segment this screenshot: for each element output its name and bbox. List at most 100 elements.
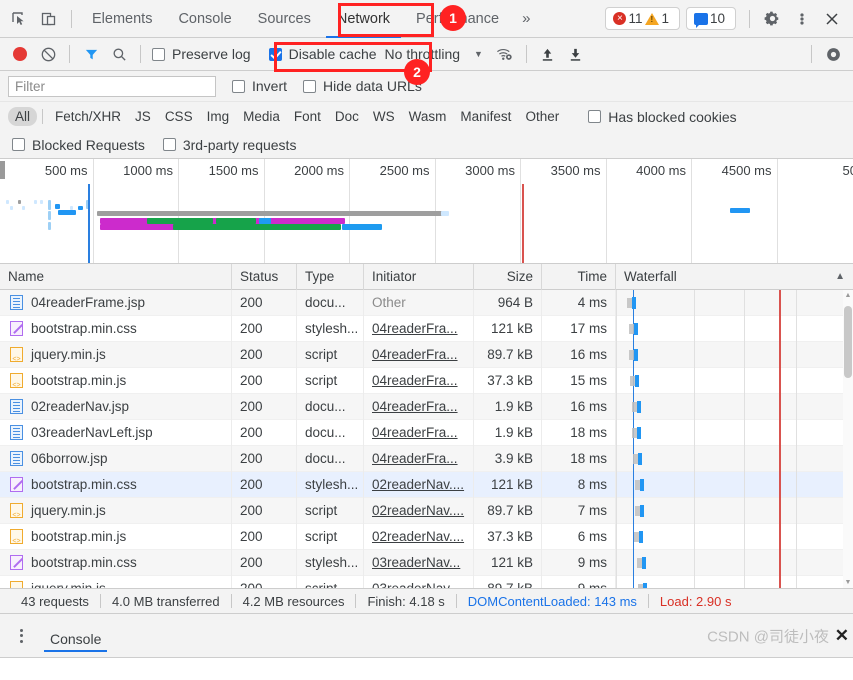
tab-network[interactable]: Network [324,0,403,38]
initiator-link[interactable]: 03readerNav... [372,555,460,570]
chip-fetch-xhr[interactable]: Fetch/XHR [48,107,128,126]
chip-doc[interactable]: Doc [328,107,366,126]
scrollbar-thumb[interactable] [844,306,852,378]
initiator-link[interactable]: 04readerFra... [372,451,458,466]
table-header-status[interactable]: Status [232,263,297,290]
table-row[interactable]: 03readerNavLeft.jsp 200 docu... 04readerFra… [0,419,853,446]
table-row[interactable]: bootstrap.min.js 200script 04readerFra... 3… [0,367,853,394]
drawer-more-icon[interactable] [8,628,34,643]
more-options-icon[interactable] [787,4,817,34]
table-row[interactable]: jquery.min.js 200script 04readerFra... 89.7… [0,341,853,368]
summary-load: Load: 2.90 s [659,593,732,609]
tab-console[interactable]: Console [165,0,244,38]
table-header-size[interactable]: Size [474,263,542,290]
cell-initiator[interactable]: 04readerFra... [364,367,474,394]
device-toolbar-icon[interactable] [34,4,64,34]
import-har-icon[interactable] [534,40,562,68]
network-conditions-icon[interactable] [491,40,519,68]
blocked-requests-box [12,138,25,151]
search-icon[interactable] [105,40,133,68]
initiator-link[interactable]: 04readerFra... [372,425,458,440]
chip-ws[interactable]: WS [366,107,402,126]
cell-initiator[interactable]: 04readerFra... [364,445,474,472]
chip-js[interactable]: JS [128,107,158,126]
table-row[interactable]: 06borrow.jsp 200 docu... 04readerFra... 3.9 … [0,445,853,472]
has-blocked-cookies-checkbox[interactable]: Has blocked cookies [588,109,737,125]
initiator-link[interactable]: 02readerNav.... [372,529,464,544]
initiator-link[interactable]: 04readerFra... [372,321,458,336]
network-settings-icon[interactable] [819,40,847,68]
chip-wasm[interactable]: Wasm [402,107,454,126]
initiator-link[interactable]: 04readerFra... [372,399,458,414]
third-party-requests-checkbox[interactable]: 3rd-party requests [162,137,296,153]
export-har-icon[interactable] [562,40,590,68]
filter-input[interactable] [8,75,216,97]
preserve-log-checkbox[interactable]: Preserve log [152,46,251,62]
filter-funnel-icon[interactable] [77,40,105,68]
cell-name: 04readerFrame.jsp [0,290,232,316]
disable-cache-checkbox[interactable]: Disable cache [268,46,377,62]
table-row[interactable]: bootstrap.min.css 200 stylesh... 03readerNa… [0,549,853,576]
cell-initiator[interactable]: 04readerFra... [364,393,474,420]
cell-status: 200 [232,497,297,524]
gear-icon[interactable] [757,4,787,34]
cell-initiator[interactable]: 03readerNav... [364,575,474,589]
clear-icon[interactable] [34,40,62,68]
waterfall-gridline [616,575,617,588]
invert-checkbox[interactable]: Invert [232,78,287,94]
chip-media[interactable]: Media [236,107,287,126]
chip-img[interactable]: Img [200,107,237,126]
initiator-link[interactable]: 04readerFra... [372,347,458,362]
table-row[interactable]: jquery.min.js 200script 03readerNav... 89.7… [0,575,853,589]
cell-initiator[interactable]: 02readerNav.... [364,471,474,498]
close-icon[interactable] [817,4,847,34]
table-row[interactable]: bootstrap.min.css 200 stylesh... 04readerFr… [0,315,853,342]
initiator-link[interactable]: 02readerNav.... [372,503,464,518]
inspect-element-icon[interactable] [4,4,34,34]
table-header-waterfall[interactable]: Waterfall ▲ [616,264,853,290]
table-scrollbar[interactable]: ▲ ▼ [843,290,853,588]
more-tabs-icon[interactable]: » [512,10,540,27]
table-body[interactable]: 04readerFrame.jsp 200 docu... Other 964 B4 m… [0,290,853,588]
initiator-link[interactable]: 03readerNav... [372,581,460,589]
table-row[interactable]: bootstrap.min.css 200 stylesh... 02readerNa… [0,471,853,498]
messages-badge[interactable]: 10 [685,7,736,30]
tab-elements[interactable]: Elements [79,0,165,38]
cell-initiator[interactable]: 04readerFra... [364,341,474,368]
table-row[interactable]: 02readerNav.jsp 200 docu... 04readerFra... 1… [0,393,853,420]
blocked-requests-checkbox[interactable]: Blocked Requests [12,137,145,153]
cell-initiator[interactable]: 04readerFra... [364,315,474,342]
record-button[interactable] [6,40,34,68]
network-overview-timeline[interactable]: 500 ms 1000 ms 1500 ms 2000 ms 2500 ms 3000 m… [0,159,853,264]
table-row[interactable]: 04readerFrame.jsp 200 docu... Other 964 B4 m… [0,290,853,316]
cell-initiator[interactable]: 03readerNav... [364,549,474,576]
table-row[interactable]: jquery.min.js 200script 02readerNav.... 89.… [0,497,853,524]
table-header-name[interactable]: Name [0,263,232,290]
chip-css[interactable]: CSS [158,107,200,126]
table-header-type[interactable]: Type [297,263,364,290]
hide-data-urls-checkbox[interactable]: Hide data URLs [303,78,422,94]
cell-initiator[interactable]: 04readerFra... [364,419,474,446]
issues-badge[interactable]: × 11 1 [605,7,680,30]
cell-initiator[interactable]: 02readerNav.... [364,523,474,550]
chip-font[interactable]: Font [287,107,328,126]
chip-other[interactable]: Other [518,107,566,126]
waterfall-gridline [694,341,695,368]
table-header-initiator[interactable]: Initiator [364,263,474,290]
chip-all[interactable]: All [8,107,38,126]
table-row[interactable]: bootstrap.min.js 200script 02readerNav....… [0,523,853,550]
overview-request-bar [34,200,37,204]
scroll-up-icon[interactable]: ▲ [844,292,852,299]
waterfall-cell [616,393,853,420]
initiator-link[interactable]: 02readerNav.... [372,477,464,492]
table-header-time[interactable]: Time [542,263,616,290]
waterfall-gridline [694,523,695,550]
initiator-link[interactable]: 04readerFra... [372,373,458,388]
drawer-tab-console[interactable]: Console [44,614,108,658]
chevron-down-icon[interactable]: ▼ [474,49,483,59]
tab-sources[interactable]: Sources [245,0,324,38]
cell-initiator[interactable]: 02readerNav.... [364,497,474,524]
netbar-divider-4 [811,45,812,63]
chip-manifest[interactable]: Manifest [453,107,518,126]
scroll-down-icon[interactable]: ▼ [844,579,852,586]
